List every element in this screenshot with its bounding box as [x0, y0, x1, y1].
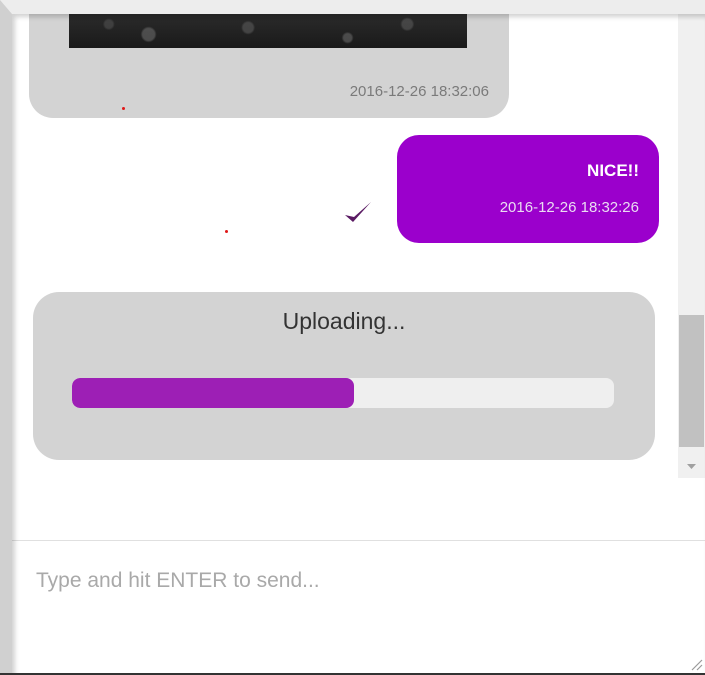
outgoing-message-timestamp: 2016-12-26 18:32:26	[499, 199, 639, 216]
red-dot-artifact	[225, 230, 228, 233]
message-composer	[12, 541, 705, 673]
message-photo[interactable]	[69, 14, 467, 48]
message-input[interactable]	[12, 541, 705, 673]
incoming-message-timestamp: 2016-12-26 18:32:06	[349, 83, 489, 100]
message-list-scrollbar[interactable]	[678, 14, 705, 478]
outgoing-message-text: NICE!!	[587, 161, 639, 180]
upload-status-bubble: Uploading...	[33, 292, 655, 460]
resize-grip-icon[interactable]	[689, 657, 703, 671]
message-list[interactable]: 2016-12-26 18:32:06 NICE!! 2016-12-26 18…	[12, 14, 678, 478]
upload-progress-bar	[72, 378, 614, 408]
scroll-down-arrow-icon[interactable]	[678, 456, 705, 478]
incoming-message-bubble: 2016-12-26 18:32:06	[29, 14, 509, 118]
upload-progress-fill	[72, 378, 354, 408]
red-dot-artifact	[122, 107, 125, 110]
scrollbar-thumb[interactable]	[679, 315, 704, 447]
checkmark-icon	[345, 202, 371, 222]
upload-status-label: Uploading...	[282, 308, 406, 334]
outgoing-message-bubble: NICE!! 2016-12-26 18:32:26	[397, 135, 659, 243]
